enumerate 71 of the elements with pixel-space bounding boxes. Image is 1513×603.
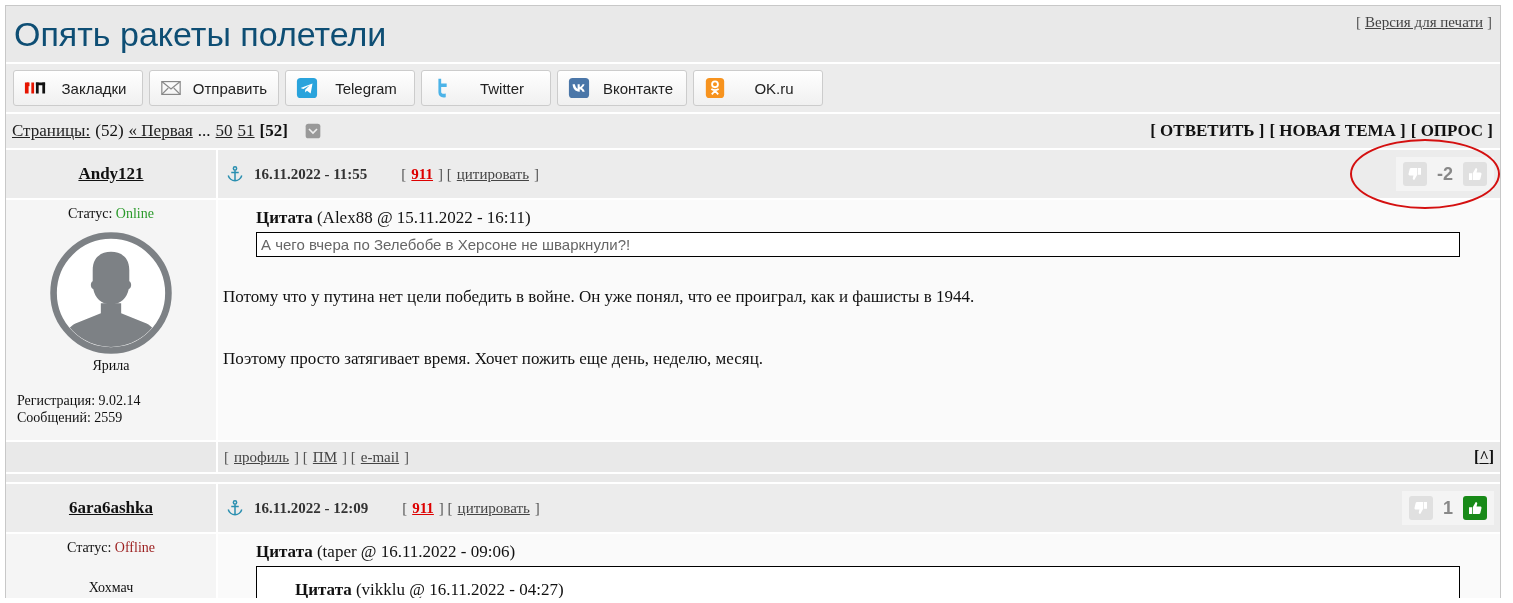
share-button[interactable]: Отправить [149,70,279,106]
post-text: Поэтому просто затягивает время. Хочет пожить еще день, неделю, месяц. [223,349,765,369]
quote-link[interactable]: цитировать [457,499,530,517]
bracket-text: ] [ [294,448,308,466]
bracket-text: ] [404,448,410,466]
dropdown-icon [304,123,321,139]
back-to-top-link[interactable]: ^ [1479,448,1489,466]
current-page[interactable]: [52] [259,121,288,141]
vote-score: 1 [1443,497,1453,519]
page-link[interactable]: 50 [215,121,233,141]
dislike-button[interactable] [1403,162,1427,186]
quote-box: А чего вчера по Зелебобе в Херсоне не шваркнули?! [256,232,1460,257]
quote-link[interactable]: цитировать [456,165,529,183]
post-date: 16.11.2022 - 11:55 [254,165,368,183]
bracket-text: ] [ [438,499,453,517]
bracket-text: [ [401,165,407,183]
anchor-icon [226,499,244,517]
post-date: 16.11.2022 - 12:09 [254,499,369,517]
post-number-link[interactable]: 911 [412,499,434,517]
ok-logo-icon [704,77,726,99]
like-button[interactable] [1463,496,1487,520]
user-status: Статус: Offline [67,540,155,556]
ellipsis-text: ... [197,121,211,141]
vote-score: -2 [1437,163,1453,185]
author-name-link[interactable]: 6ara6ashka [68,498,154,518]
profile-link[interactable]: e-mail [360,448,400,466]
share-button[interactable]: Вконтакте [557,70,687,106]
share-button[interactable]: Telegram [285,70,415,106]
bracket-text: [ [224,448,229,466]
bracket-text: [ [1474,448,1480,466]
vk-logo-icon [568,77,590,99]
first-page-link[interactable]: « Первая [128,121,193,141]
dislike-button[interactable] [1409,496,1433,520]
bracket-text: ] [ [342,448,356,466]
bracket-text: [ [402,499,408,517]
bracket-text: ] [533,165,539,183]
user-stat: Сообщений: 2559 [17,409,124,426]
page-link[interactable]: 51 [237,121,255,141]
thumbs-up-icon [1466,165,1484,183]
thumbs-down-icon [1406,165,1424,183]
page-count: (52) [95,121,124,141]
action-link[interactable]: [ ОПРОС ] [1410,121,1493,141]
anchor-icon [226,165,244,183]
bracket-text: ] [534,499,540,517]
bracket-text: ] [1487,14,1492,31]
post-number-link[interactable]: 911 [411,165,434,183]
thumbs-down-icon [1412,499,1430,517]
post-text: Потому что у путина нет цели победить в войне. Он уже понял, что ее проиграл, как и фашисты в 1944. [223,287,976,307]
share-button[interactable]: Twitter [421,70,551,106]
pages-link[interactable]: Страницы: [12,121,91,141]
author-name-link[interactable]: Andy121 [78,164,144,184]
paper-plane-icon [296,77,318,99]
user-rank: Хохмач [88,580,134,596]
quote-title: Цитата (taper @ 16.11.2022 - 09:06) [256,542,517,562]
bracket-text: ] [ [438,165,452,183]
action-link[interactable]: [ НОВАЯ ТЕМА ] [1269,121,1406,141]
bracket-text: ] [1488,448,1494,466]
user-status: Статус: Online [68,206,154,222]
quote-title: Цитата (Alex88 @ 15.11.2022 - 16:11) [256,208,532,228]
user-stat: Регистрация: 9.02.14 [17,392,141,409]
profile-link[interactable]: профиль [234,448,290,466]
profile-link[interactable]: ПМ [312,448,338,466]
quote-title: Цитата (vikklu @ 16.11.2022 - 04:27) [295,580,565,598]
bracket-text: [ [1356,14,1361,31]
thumbs-up-icon [1466,499,1484,517]
share-button[interactable]: OK.ru [693,70,823,106]
user-rank: Ярила [92,358,130,374]
topic-title: Опять ракеты полетели [14,14,387,55]
action-link[interactable]: [ ОТВЕТИТЬ ] [1150,121,1265,141]
share-button[interactable]: Закладки [13,70,143,106]
print-version-link[interactable]: Версия для печати [1365,14,1483,31]
